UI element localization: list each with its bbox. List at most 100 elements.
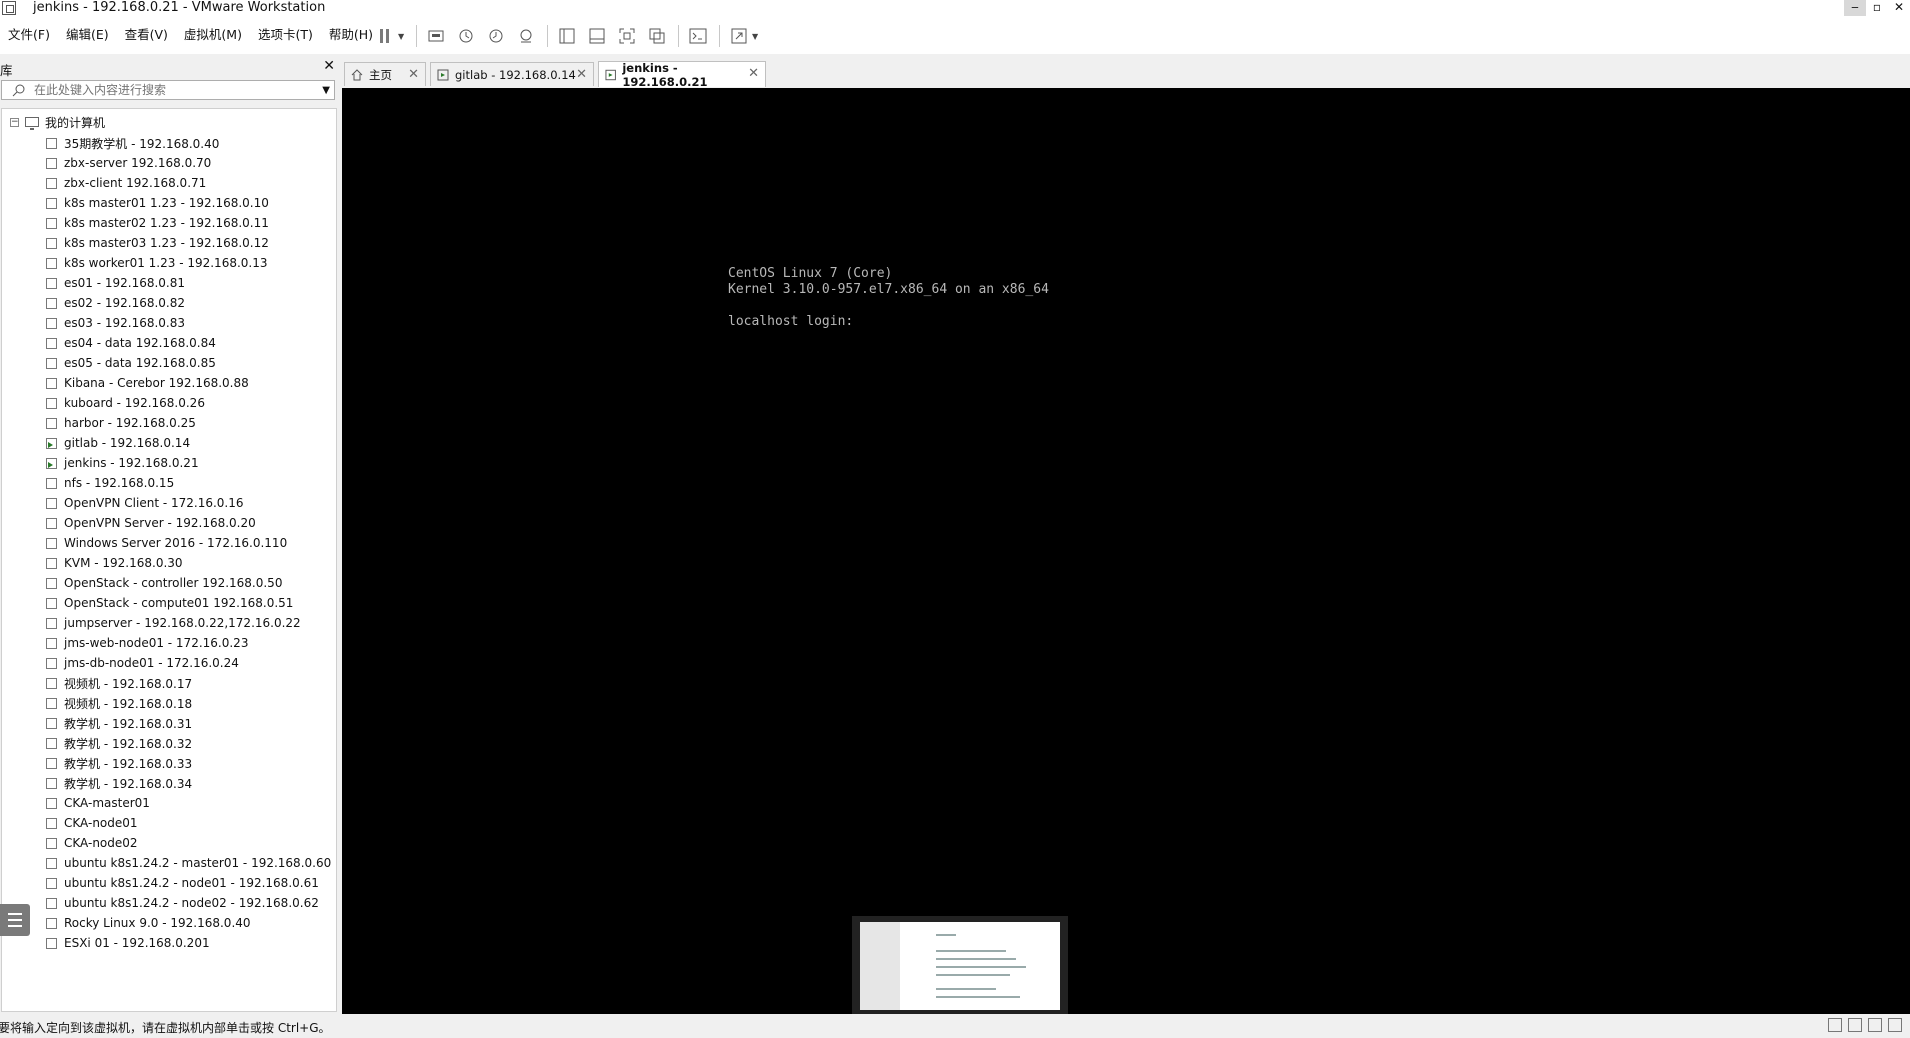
pause-button[interactable] xyxy=(374,25,396,47)
vm-list-item[interactable]: 视频机 - 192.168.0.17 xyxy=(46,673,331,693)
tab-jenkins[interactable]: jenkins - 192.168.0.21 ✕ xyxy=(598,61,766,89)
vm-list-item[interactable]: CKA-master01 xyxy=(46,793,331,813)
console-os-line: CentOS Linux 7 (Core) xyxy=(728,266,893,281)
vm-list-item[interactable]: ubuntu k8s1.24.2 - master01 - 192.168.0.… xyxy=(46,853,331,873)
tab-home[interactable]: 主页 ✕ xyxy=(344,62,426,86)
revert-snapshot-button[interactable] xyxy=(485,25,507,47)
stretch-dropdown-icon[interactable]: ▼ xyxy=(752,32,760,41)
tree-root-my-computer[interactable]: − 我的计算机 xyxy=(10,113,105,131)
vm-list-item[interactable]: k8s master02 1.23 - 192.168.0.11 xyxy=(46,213,331,233)
maximize-button[interactable]: ▫ xyxy=(1866,0,1888,16)
vm-icon xyxy=(46,777,57,789)
vm-list-item[interactable]: OpenStack - compute01 192.168.0.51 xyxy=(46,593,331,613)
vm-list-item[interactable]: gitlab - 192.168.0.14 xyxy=(46,433,331,453)
vm-list-item[interactable]: ubuntu k8s1.24.2 - node01 - 192.168.0.61 xyxy=(46,873,331,893)
vm-list-item[interactable]: es04 - data 192.168.0.84 xyxy=(46,333,331,353)
vm-icon xyxy=(46,397,57,409)
menu-vm[interactable]: 虚拟机(M) xyxy=(184,27,250,43)
vm-list-item[interactable]: es05 - data 192.168.0.85 xyxy=(46,353,331,373)
status-bar: 要将输入定向到该虚拟机，请在虚拟机内部单击或按 Ctrl+G。 xyxy=(0,1014,1910,1038)
unity-button[interactable] xyxy=(646,25,668,47)
vm-list-item[interactable]: CKA-node01 xyxy=(46,813,331,833)
vm-list-item[interactable]: 35期教学机 - 192.168.0.40 xyxy=(46,133,331,153)
vm-list-item[interactable]: es03 - 192.168.0.83 xyxy=(46,313,331,333)
menu-edit[interactable]: 编辑(E) xyxy=(66,27,117,43)
hard-disk-icon[interactable] xyxy=(1828,1018,1842,1032)
vm-list-item[interactable]: jumpserver - 192.168.0.22,172.16.0.22 xyxy=(46,613,331,633)
library-view-button[interactable] xyxy=(556,25,578,47)
vm-list-item[interactable]: harbor - 192.168.0.25 xyxy=(46,413,331,433)
minimize-button[interactable]: ‒ xyxy=(1844,0,1866,16)
list-icon xyxy=(8,913,22,915)
tab-close-button[interactable]: ✕ xyxy=(576,67,587,82)
vm-list-item[interactable]: k8s master03 1.23 - 192.168.0.12 xyxy=(46,233,331,253)
vm-list-item[interactable]: Windows Server 2016 - 172.16.0.110 xyxy=(46,533,331,553)
vm-list-item[interactable]: zbx-server 192.168.0.70 xyxy=(46,153,331,173)
vm-running-icon xyxy=(437,69,449,80)
vm-icon xyxy=(46,197,57,209)
vm-list-item[interactable]: Rocky Linux 9.0 - 192.168.0.40 xyxy=(46,913,331,933)
vm-label: kuboard - 192.168.0.26 xyxy=(64,396,205,410)
cd-dvd-icon[interactable] xyxy=(1848,1018,1862,1032)
vm-list-item[interactable]: ubuntu k8s1.24.2 - node02 - 192.168.0.62 xyxy=(46,893,331,913)
vm-list-item[interactable]: 教学机 - 192.168.0.31 xyxy=(46,713,331,733)
vm-list-item[interactable]: es02 - 192.168.0.82 xyxy=(46,293,331,313)
vm-list-item[interactable]: OpenVPN Client - 172.16.0.16 xyxy=(46,493,331,513)
power-dropdown-icon[interactable]: ▼ xyxy=(398,32,406,41)
list-icon-line xyxy=(8,925,22,927)
tree-root-label: 我的计算机 xyxy=(45,115,106,130)
vm-label: es04 - data 192.168.0.84 xyxy=(64,336,216,350)
close-window-button[interactable]: ✕ xyxy=(1888,0,1910,16)
snapshot-button[interactable] xyxy=(455,25,477,47)
vm-list-item[interactable]: OpenStack - controller 192.168.0.50 xyxy=(46,573,331,593)
vm-list-item[interactable]: CKA-node02 xyxy=(46,833,331,853)
thumbnail-line xyxy=(936,950,1006,952)
vm-list-item[interactable]: zbx-client 192.168.0.71 xyxy=(46,173,331,193)
vm-list-item[interactable]: OpenVPN Server - 192.168.0.20 xyxy=(46,513,331,533)
vm-list-item[interactable]: nfs - 192.168.0.15 xyxy=(46,473,331,493)
full-screen-button[interactable] xyxy=(616,25,638,47)
tab-close-button[interactable]: ✕ xyxy=(748,66,759,81)
vm-list-item[interactable]: jms-db-node01 - 172.16.0.24 xyxy=(46,653,331,673)
vm-list-item[interactable]: KVM - 192.168.0.30 xyxy=(46,553,331,573)
chevron-down-icon[interactable]: ▼ xyxy=(322,85,330,96)
tab-close-button[interactable]: ✕ xyxy=(408,67,419,82)
thumbnail-view-button[interactable] xyxy=(586,25,608,47)
vm-console[interactable]: CentOS Linux 7 (Core) Kernel 3.10.0-957.… xyxy=(342,88,1910,1014)
vm-label: jms-web-node01 - 172.16.0.23 xyxy=(64,636,249,650)
menu-file[interactable]: 文件(F) xyxy=(8,27,58,43)
menu-tabs[interactable]: 选项卡(T) xyxy=(258,27,321,43)
vm-list-item[interactable]: 教学机 - 192.168.0.33 xyxy=(46,753,331,773)
vm-label: es01 - 192.168.0.81 xyxy=(64,276,186,290)
vm-running-icon xyxy=(46,457,57,469)
vm-icon xyxy=(46,557,57,569)
vm-list-item[interactable]: kuboard - 192.168.0.26 xyxy=(46,393,331,413)
vm-list-item[interactable]: 教学机 - 192.168.0.32 xyxy=(46,733,331,753)
snapshot-manager-button[interactable] xyxy=(515,25,537,47)
vm-list-item[interactable]: es01 - 192.168.0.81 xyxy=(46,273,331,293)
vm-thumbnail-preview[interactable] xyxy=(852,916,1068,1014)
vm-list-item[interactable]: ESXi 01 - 192.168.0.201 xyxy=(46,933,331,953)
collapse-icon[interactable]: − xyxy=(10,117,19,127)
vm-list-item[interactable]: Kibana - Cerebor 192.168.0.88 xyxy=(46,373,331,393)
send-keys-button[interactable] xyxy=(425,25,447,47)
vm-label: ESXi 01 - 192.168.0.201 xyxy=(64,936,210,950)
side-panel-tab[interactable] xyxy=(0,904,30,936)
vm-list-item[interactable]: 教学机 - 192.168.0.34 xyxy=(46,773,331,793)
stretch-button[interactable] xyxy=(728,25,750,47)
message-log-icon[interactable] xyxy=(1888,1018,1902,1032)
vm-list-item[interactable]: k8s worker01 1.23 - 192.168.0.13 xyxy=(46,253,331,273)
vm-label: Windows Server 2016 - 172.16.0.110 xyxy=(64,536,288,550)
vm-list-item[interactable]: 视频机 - 192.168.0.18 xyxy=(46,693,331,713)
network-adapter-icon[interactable] xyxy=(1868,1018,1882,1032)
vm-list-item[interactable]: jms-web-node01 - 172.16.0.23 xyxy=(46,633,331,653)
tab-gitlab[interactable]: gitlab - 192.168.0.14 ✕ xyxy=(430,62,594,86)
library-close-button[interactable]: ✕ xyxy=(323,58,335,74)
vm-label: k8s master01 1.23 - 192.168.0.10 xyxy=(64,196,269,210)
console-view-button[interactable] xyxy=(687,25,709,47)
vm-list-item[interactable]: jenkins - 192.168.0.21 xyxy=(46,453,331,473)
search-input[interactable] xyxy=(34,82,314,98)
menu-view[interactable]: 查看(V) xyxy=(125,27,176,43)
vm-icon xyxy=(46,937,57,949)
vm-list-item[interactable]: k8s master01 1.23 - 192.168.0.10 xyxy=(46,193,331,213)
